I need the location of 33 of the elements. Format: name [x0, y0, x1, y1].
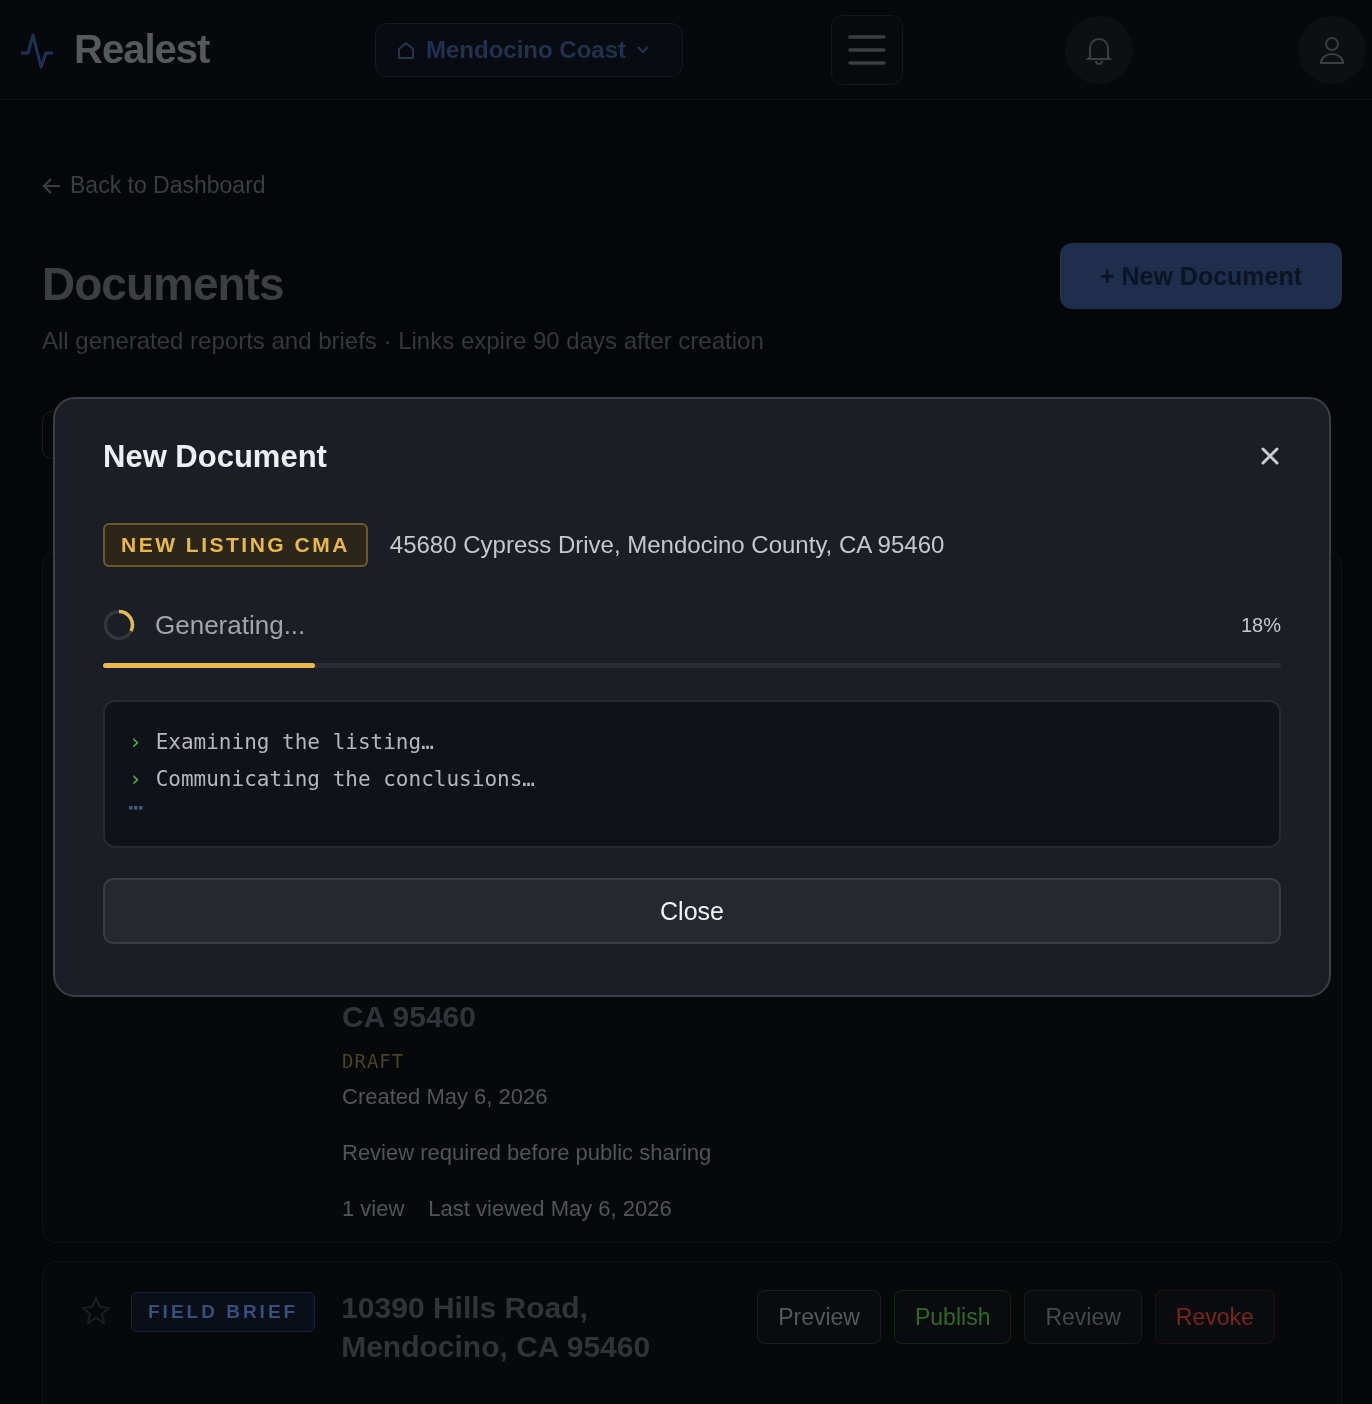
review-note: Review required before public sharing: [342, 1140, 713, 1166]
action-button[interactable]: Review: [1024, 1290, 1142, 1344]
progress-percent: 18%: [1240, 613, 1281, 637]
view-count: 1 view: [342, 1196, 405, 1222]
user-icon: [1318, 34, 1346, 65]
status-label: DRAFT: [342, 1050, 406, 1072]
log-line: Communicating the conclusions…: [155, 766, 535, 793]
arrow-left-icon: [42, 176, 62, 195]
prompt-icon: ›: [129, 761, 142, 798]
created-date: Created May 6, 2026: [342, 1084, 549, 1110]
app-logo[interactable]: Realest: [74, 27, 210, 72]
document-type-badge: NEW LISTING CMA: [103, 523, 368, 567]
region-selector[interactable]: Mendocino Coast: [375, 22, 683, 77]
last-viewed-date: Last viewed May 6, 2026: [428, 1196, 672, 1222]
prompt-icon: ›: [129, 724, 142, 761]
page-title: Documents: [42, 257, 284, 311]
property-address: 45680 Cypress Drive, Mendocino County, CA 95460: [389, 531, 945, 559]
modal-title: New Document: [103, 439, 327, 475]
menu-icon: [848, 33, 886, 66]
document-type-badge: FIELD BRIEF: [131, 1292, 316, 1332]
star-icon[interactable]: [81, 1296, 111, 1326]
spinner-icon: [103, 609, 135, 641]
back-link[interactable]: Back to Dashboard: [42, 172, 266, 199]
home-icon: [396, 39, 416, 60]
action-button[interactable]: Publish: [894, 1290, 1012, 1344]
action-button[interactable]: Revoke: [1154, 1290, 1275, 1344]
log-line: Examining the listing…: [155, 729, 434, 756]
generation-status: Generating...: [155, 609, 307, 641]
close-button[interactable]: Close: [103, 878, 1281, 944]
action-button[interactable]: Preview: [757, 1290, 881, 1344]
chevron-down-icon: [636, 44, 650, 55]
menu-button[interactable]: [831, 14, 903, 85]
close-icon: [1261, 446, 1279, 465]
